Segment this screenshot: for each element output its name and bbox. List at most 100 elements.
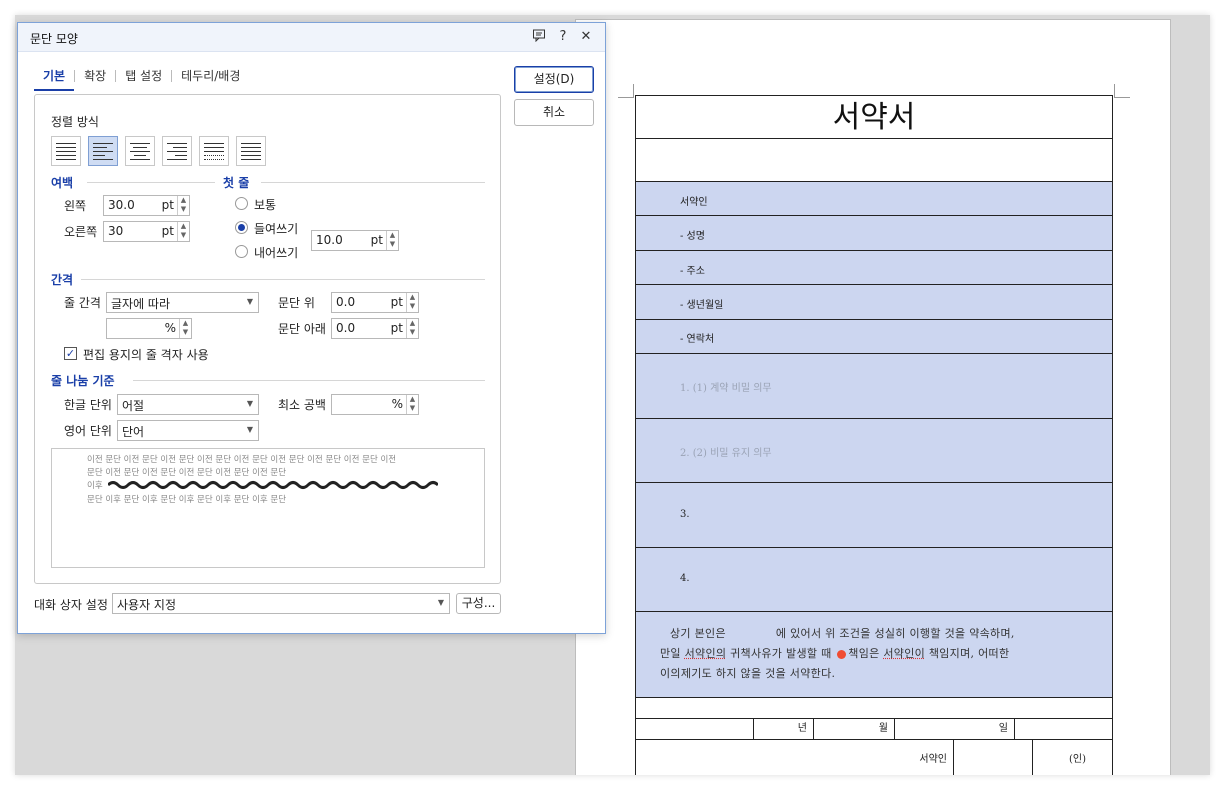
pledge-text-part: 귀책사유가 발생할 때 <box>730 647 832 660</box>
chevron-down-icon: ▼ <box>246 297 253 306</box>
signer-label: 서약인 <box>636 740 954 775</box>
pledge-table[interactable]: 서약서 서약인 - 성명 - 주소 - 생년월일 - 연락처 1. (1) 계약… <box>635 95 1113 775</box>
item-text: 4. <box>680 573 690 584</box>
signature-row: 서약인 (인) <box>636 739 1112 775</box>
year-cell: 년 <box>754 719 814 739</box>
center-align-button[interactable] <box>125 136 155 166</box>
table-row: 1. (1) 계약 비밀 의무 <box>636 353 1112 418</box>
tab-basic[interactable]: 기본 <box>34 67 75 91</box>
line-spacing-spinner[interactable]: % ▲ ▼ <box>106 318 192 339</box>
day-cell: 일 <box>895 719 1015 739</box>
left-margin-spinner[interactable]: 30.0 pt ▲ ▼ <box>103 195 190 216</box>
pledge-row: 상기 본인은 에 있어서 위 조건을 성실히 이행할 것을 약속하며, 만일 서약… <box>636 611 1112 697</box>
tab-tab-settings[interactable]: 탭 설정 <box>116 67 171 85</box>
cancel-button[interactable]: 취소 <box>514 99 594 126</box>
row-label: - 생년월일 <box>680 300 724 311</box>
item-text: 3. <box>680 509 690 520</box>
dialog-title: 문단 모양 <box>30 32 78 46</box>
alignment-label: 정렬 방식 <box>51 115 99 129</box>
pledge-text-part: 상기 본인은 <box>670 627 726 640</box>
comment-icon[interactable] <box>530 28 548 46</box>
spacing-section-label: 간격 <box>51 273 74 287</box>
table-row: - 주소 <box>636 250 1112 284</box>
first-line-outdent-label: 내어쓰기 <box>254 246 299 260</box>
help-icon[interactable]: ? <box>554 28 572 46</box>
table-row: 2. (2) 비밀 유지 의무 <box>636 418 1112 482</box>
first-line-section-label: 첫 줄 <box>223 176 250 190</box>
pledge-text-part: 책임지며, 어떠한 <box>928 647 1010 660</box>
line-grid-checkbox[interactable]: ✓ <box>64 347 77 360</box>
right-margin-spinner[interactable]: 30 pt ▲ ▼ <box>103 221 190 242</box>
spin-arrows-icon[interactable]: ▲ ▼ <box>386 231 398 250</box>
left-align-button[interactable] <box>88 136 118 166</box>
pledge-text-part: 서약인이 <box>883 647 926 660</box>
cursor-marker-icon <box>837 649 847 659</box>
preview-line: 문단 이후 문단 이후 문단 이후 문단 이후 문단 이후 문단 <box>87 495 287 505</box>
left-margin-label: 왼쪽 <box>64 199 87 213</box>
min-space-spinner[interactable]: % ▲ ▼ <box>331 394 419 415</box>
item-text: 2. (2) 비밀 유지 의무 <box>680 448 772 459</box>
row-label: 서약인 <box>680 197 708 208</box>
first-line-normal-radio[interactable] <box>235 197 248 210</box>
hangul-unit-label: 한글 단위 <box>64 398 112 412</box>
row-label: - 성명 <box>680 231 705 242</box>
chevron-down-icon: ▼ <box>246 425 253 434</box>
tab-border-background[interactable]: 테두리/배경 <box>172 67 249 85</box>
ok-button[interactable]: 설정(D) <box>514 66 594 93</box>
chevron-down-icon: ▼ <box>246 399 253 408</box>
space-before-spinner[interactable]: 0.0 pt ▲ ▼ <box>331 292 419 313</box>
preview-line: 문단 이전 문단 이전 문단 이전 문단 이전 문단 이전 문단 <box>87 468 287 478</box>
dialog-setting-label: 대화 상자 설정 <box>34 598 108 612</box>
spin-arrows-icon[interactable]: ▲ ▼ <box>177 196 189 215</box>
pledge-text-part: 에 있어서 위 조건을 성실히 이행할 것을 약속하며, <box>775 627 1015 640</box>
line-spacing-mode-select[interactable]: 글자에 따라 ▼ <box>106 292 259 313</box>
margin-guide-top-left <box>618 84 634 98</box>
line-break-section-label: 줄 나눔 기준 <box>51 374 115 388</box>
margin-guide-top-right <box>1114 84 1130 98</box>
tab-extended[interactable]: 확장 <box>75 67 115 85</box>
document-title: 서약서 <box>636 95 1112 138</box>
preview-scribble-icon <box>108 481 438 489</box>
spin-arrows-icon[interactable]: ▲ ▼ <box>406 319 418 338</box>
space-before-label: 문단 위 <box>278 296 315 310</box>
first-line-outdent-radio[interactable] <box>235 245 248 258</box>
space-after-spinner[interactable]: 0.0 pt ▲ ▼ <box>331 318 419 339</box>
pledge-text-part: 책임은 <box>848 647 880 660</box>
right-margin-label: 오른쪽 <box>64 225 98 239</box>
divide-align-button[interactable] <box>236 136 266 166</box>
distribute-align-button[interactable] <box>199 136 229 166</box>
pledge-text-part: 만일 <box>660 647 681 660</box>
chevron-down-icon: ▼ <box>437 598 444 607</box>
close-icon[interactable]: ✕ <box>577 28 595 46</box>
table-row: - 연락처 <box>636 319 1112 353</box>
seal-label: (인) <box>1068 754 1086 765</box>
document-page[interactable]: 서약서 서약인 - 성명 - 주소 - 생년월일 - 연락처 1. (1) 계약… <box>575 19 1171 775</box>
table-row: 3. <box>636 482 1112 547</box>
spin-arrows-icon[interactable]: ▲ ▼ <box>406 395 418 414</box>
dialog-titlebar[interactable]: 문단 모양 ? ✕ <box>18 23 605 52</box>
right-align-button[interactable] <box>162 136 192 166</box>
space-after-label: 문단 아래 <box>278 322 326 336</box>
preview-line: 이전 문단 이전 문단 이전 문단 이전 문단 이전 문단 이전 문단 이전 문… <box>87 455 397 465</box>
english-unit-label: 영어 단위 <box>64 424 112 438</box>
spin-arrows-icon[interactable]: ▲ ▼ <box>179 319 191 338</box>
blank-row <box>636 138 1112 181</box>
english-unit-select[interactable]: 단어 ▼ <box>117 420 259 441</box>
dialog-setting-select[interactable]: 사용자 지정 ▼ <box>112 593 450 614</box>
blank-row <box>636 697 1112 718</box>
pledge-text: 상기 본인은 에 있어서 위 조건을 성실히 이행할 것을 약속하며, 만일 서약… <box>636 612 1112 684</box>
margin-section-label: 여백 <box>51 176 74 190</box>
min-space-label: 최소 공백 <box>278 398 326 412</box>
paragraph-shape-dialog[interactable]: 문단 모양 ? ✕ 기본 확장 탭 설정 테두리/배경 설정(D) 취소 정렬 … <box>17 22 606 634</box>
pledge-text-part: 이의제기도 하지 않을 것을 서약한다. <box>660 667 836 680</box>
spin-arrows-icon[interactable]: ▲ ▼ <box>406 293 418 312</box>
date-row: 년 월 일 <box>636 718 1112 739</box>
dialog-tabs: 기본 확장 탭 설정 테두리/배경 <box>34 67 249 93</box>
justify-align-button[interactable] <box>51 136 81 166</box>
compose-button[interactable]: 구성... <box>456 593 501 614</box>
hangul-unit-select[interactable]: 어절 ▼ <box>117 394 259 415</box>
first-line-spinner[interactable]: 10.0 pt ▲ ▼ <box>311 230 399 251</box>
spin-arrows-icon[interactable]: ▲ ▼ <box>177 222 189 241</box>
line-spacing-label: 줄 간격 <box>64 296 101 310</box>
first-line-indent-radio[interactable] <box>235 221 248 234</box>
